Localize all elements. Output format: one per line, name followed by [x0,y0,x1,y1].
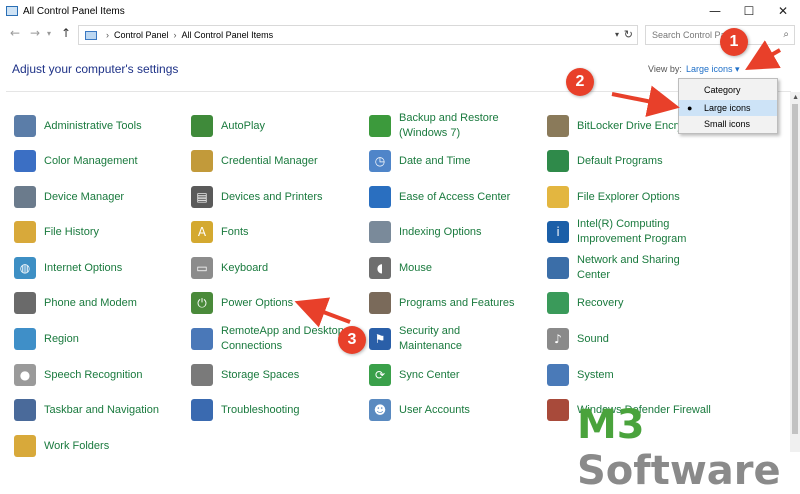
arrow-1 [745,40,781,70]
watermark-part2: Software [577,448,781,494]
arrow-3 [294,297,351,328]
annotation-marker-1: 1 [720,28,748,56]
annotation-marker-3: 3 [338,326,366,354]
arrow-2 [611,85,680,117]
watermark-logo: M3 Software [577,402,800,494]
annotation-marker-2: 2 [566,68,594,96]
watermark-part1: M3 [577,402,645,448]
annotation-arrows [294,40,781,328]
